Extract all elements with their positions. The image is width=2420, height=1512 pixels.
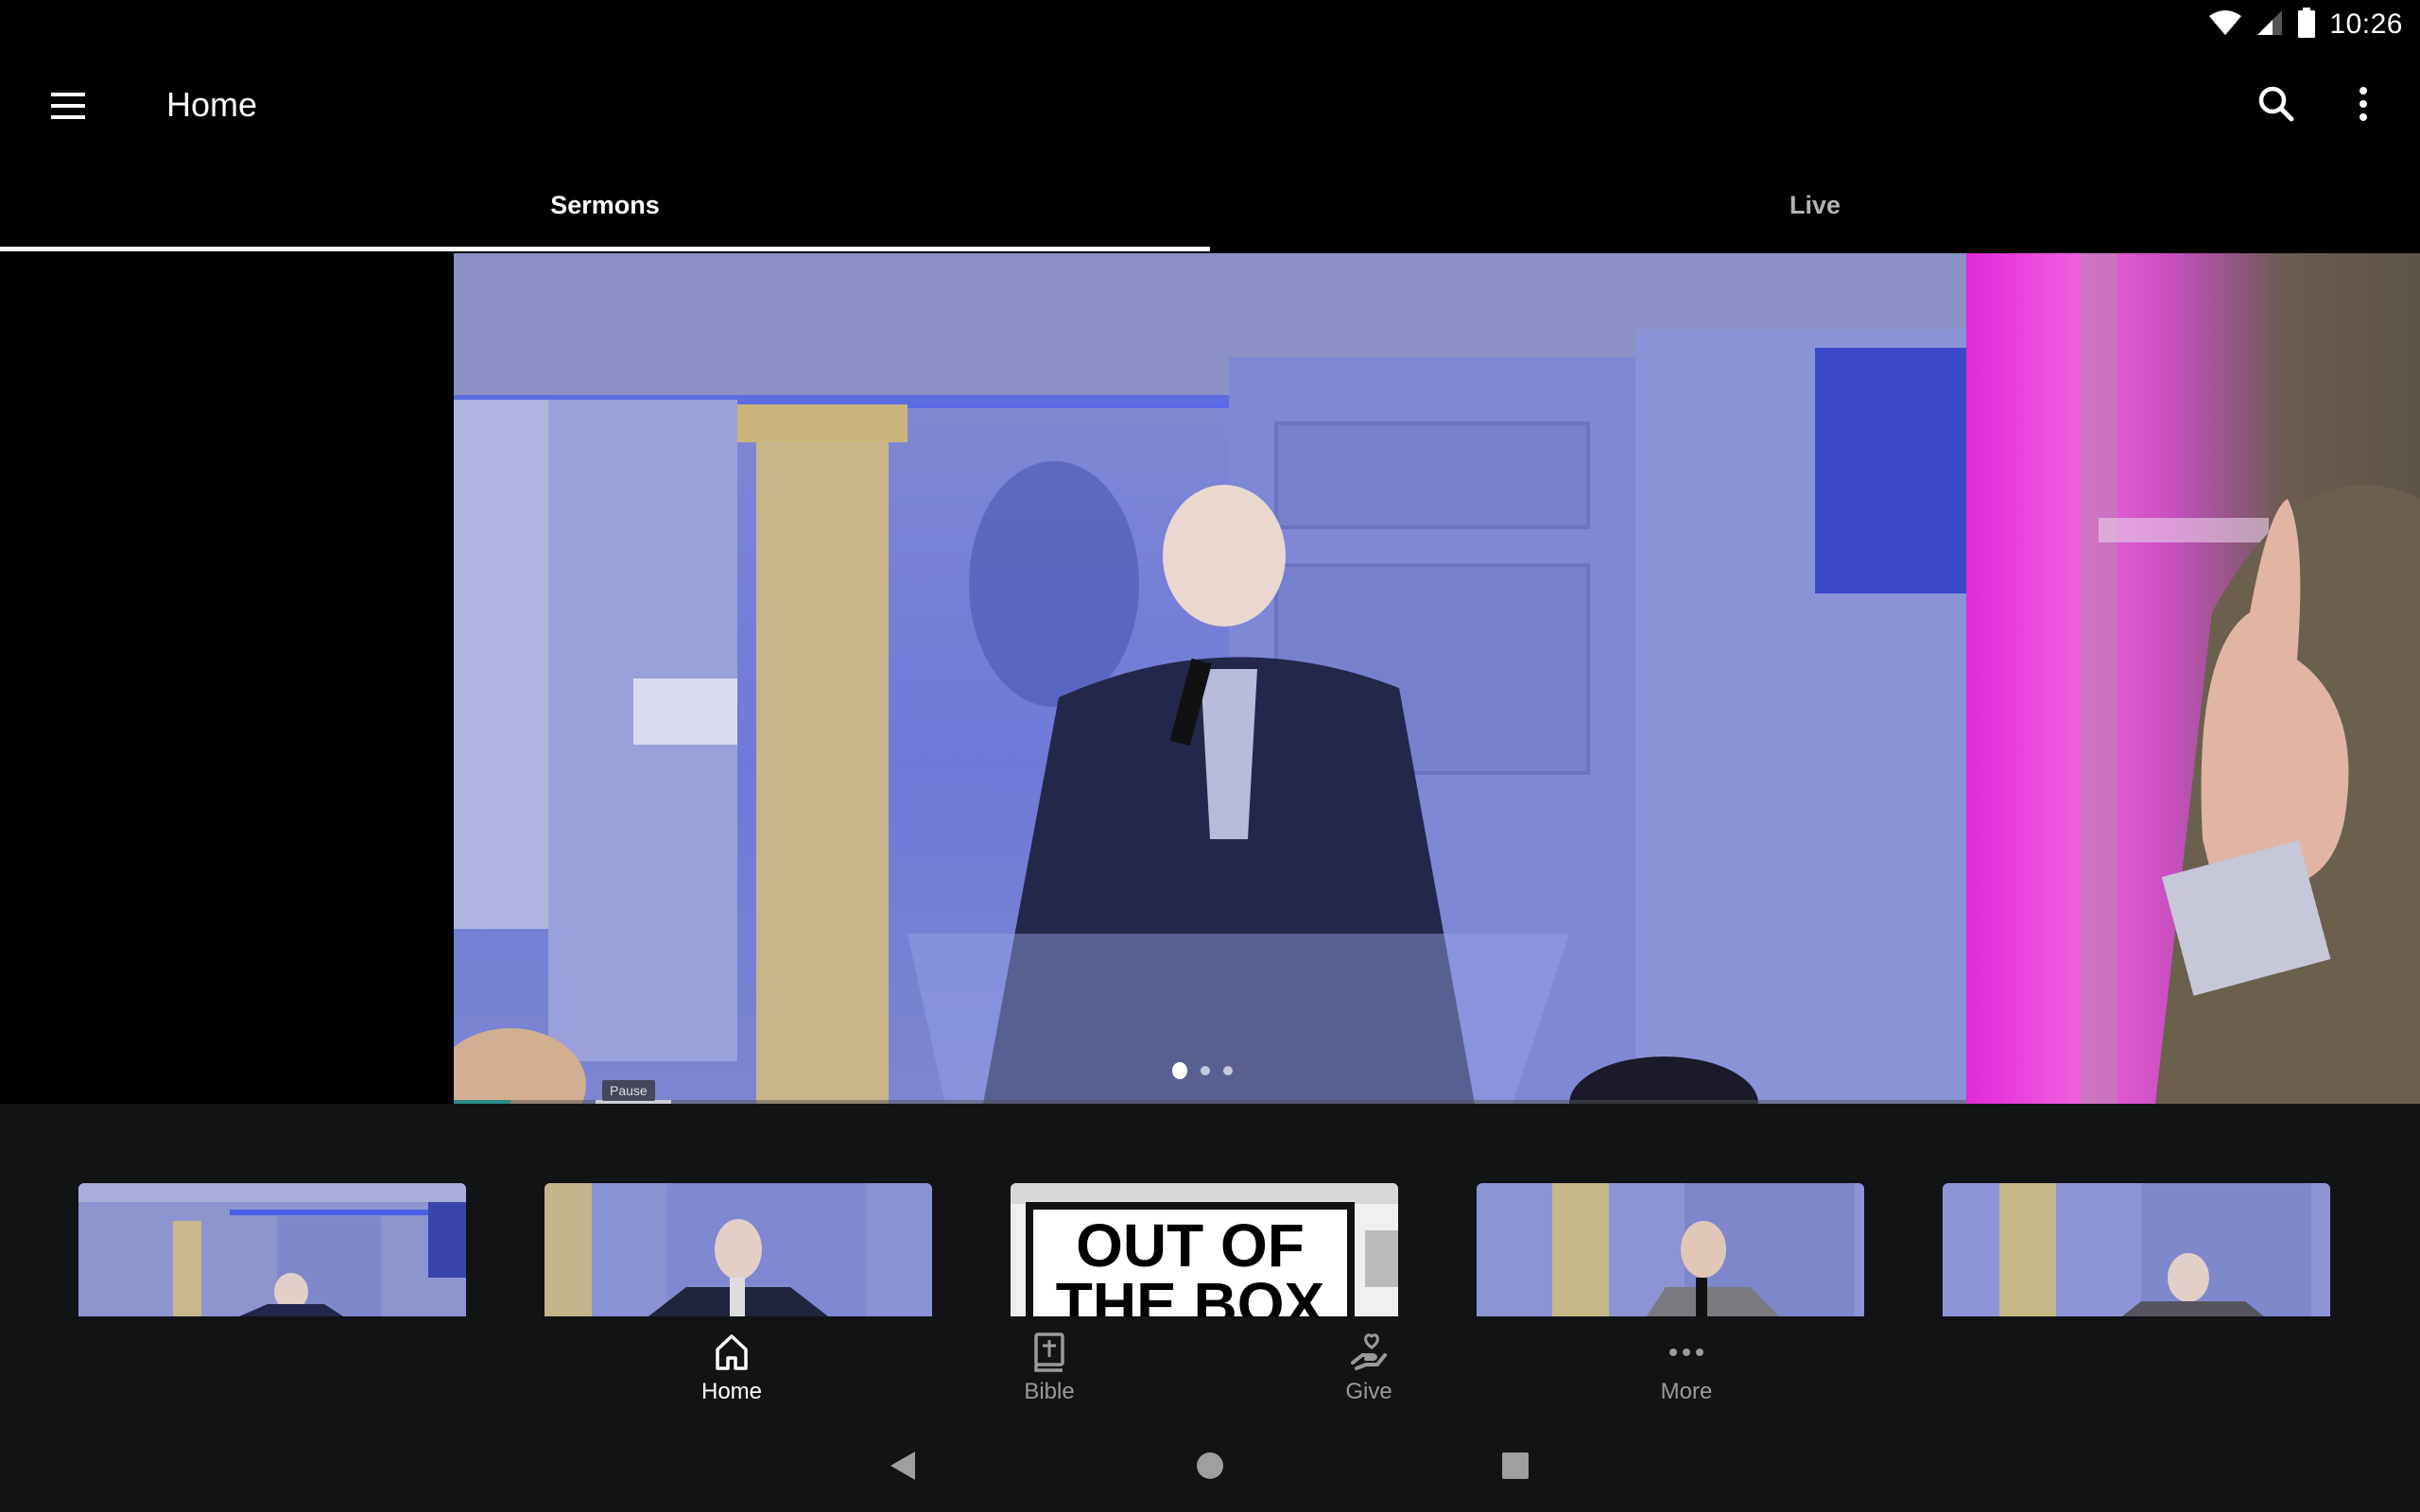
sermon-video-player[interactable] [454,253,1966,1104]
home-icon [711,1332,752,1373]
give-hand-heart-icon [1348,1332,1390,1373]
nav-label: Bible [1024,1379,1075,1404]
nav-label: Home [700,1379,763,1404]
video-frame [454,253,1966,1104]
system-home-button[interactable] [1189,1447,1231,1488]
sermon-thumbnail[interactable] [1943,1183,2330,1316]
nav-more[interactable]: More [1592,1332,1781,1405]
nav-give[interactable]: Give [1274,1332,1463,1405]
search-icon [2257,85,2295,128]
wifi-icon [2208,9,2242,42]
carousel-pager [1172,1062,1233,1079]
pager-dot-3[interactable] [1223,1066,1233,1075]
tab-sermons[interactable]: Sermons [0,165,1210,253]
system-recents-button[interactable] [1495,1447,1536,1488]
slide-image [2080,253,2420,1104]
tab-indicator [0,247,1210,251]
pause-tooltip: Pause [602,1080,655,1101]
carousel-next-slide[interactable] [1966,253,2420,1104]
nav-bible[interactable]: Bible [955,1332,1144,1405]
system-back-button[interactable] [882,1447,924,1488]
svg-text:THE BOX: THE BOX [1056,1270,1325,1316]
thumbnail-image [544,1183,932,1316]
sermon-thumbnail[interactable] [1477,1183,1864,1316]
sermon-thumbnail[interactable] [78,1183,466,1316]
home-circle-icon [1195,1451,1225,1486]
pager-dot-2[interactable] [1201,1066,1210,1075]
page-title: Home [166,85,258,124]
more-horiz-icon [1666,1332,1707,1373]
clock: 10:26 [2329,9,2403,40]
recents-square-icon [1501,1452,1530,1485]
overflow-menu-button[interactable] [2333,76,2394,136]
carousel-previous-slide [0,253,454,1104]
nav-label: Give [1345,1379,1392,1404]
hamburger-menu-icon[interactable] [49,87,87,125]
hero-carousel[interactable]: Pause [0,253,2420,1104]
bible-icon [1028,1332,1070,1373]
thumbnail-image [1943,1183,2330,1316]
thumbnail-image [1477,1183,1864,1316]
bottom-navigation: Home Bible Give More [0,1316,2420,1420]
tab-label: Live [1789,191,1841,219]
nav-label: More [1660,1379,1713,1404]
battery-icon [2297,7,2316,43]
tab-bar: Sermons Live [0,165,2420,253]
tab-label: Sermons [550,191,660,219]
search-button[interactable] [2246,76,2307,136]
status-bar: 10:26 [0,0,2420,47]
cell-signal-icon [2256,9,2284,42]
sermon-thumbnail[interactable]: OUT OF THE BOX [1011,1183,1398,1316]
thumbnail-image [78,1183,466,1316]
nav-home[interactable]: Home [637,1332,826,1405]
tab-live[interactable]: Live [1210,165,2420,253]
more-vert-icon [2358,85,2369,128]
back-triangle-icon [889,1450,917,1486]
sermon-thumbnail[interactable] [544,1183,932,1316]
app-bar: Home [0,47,2420,165]
system-navigation-bar [0,1420,2420,1512]
thumbnail-image: OUT OF THE BOX [1011,1183,1398,1316]
pager-dot-1[interactable] [1172,1062,1187,1079]
